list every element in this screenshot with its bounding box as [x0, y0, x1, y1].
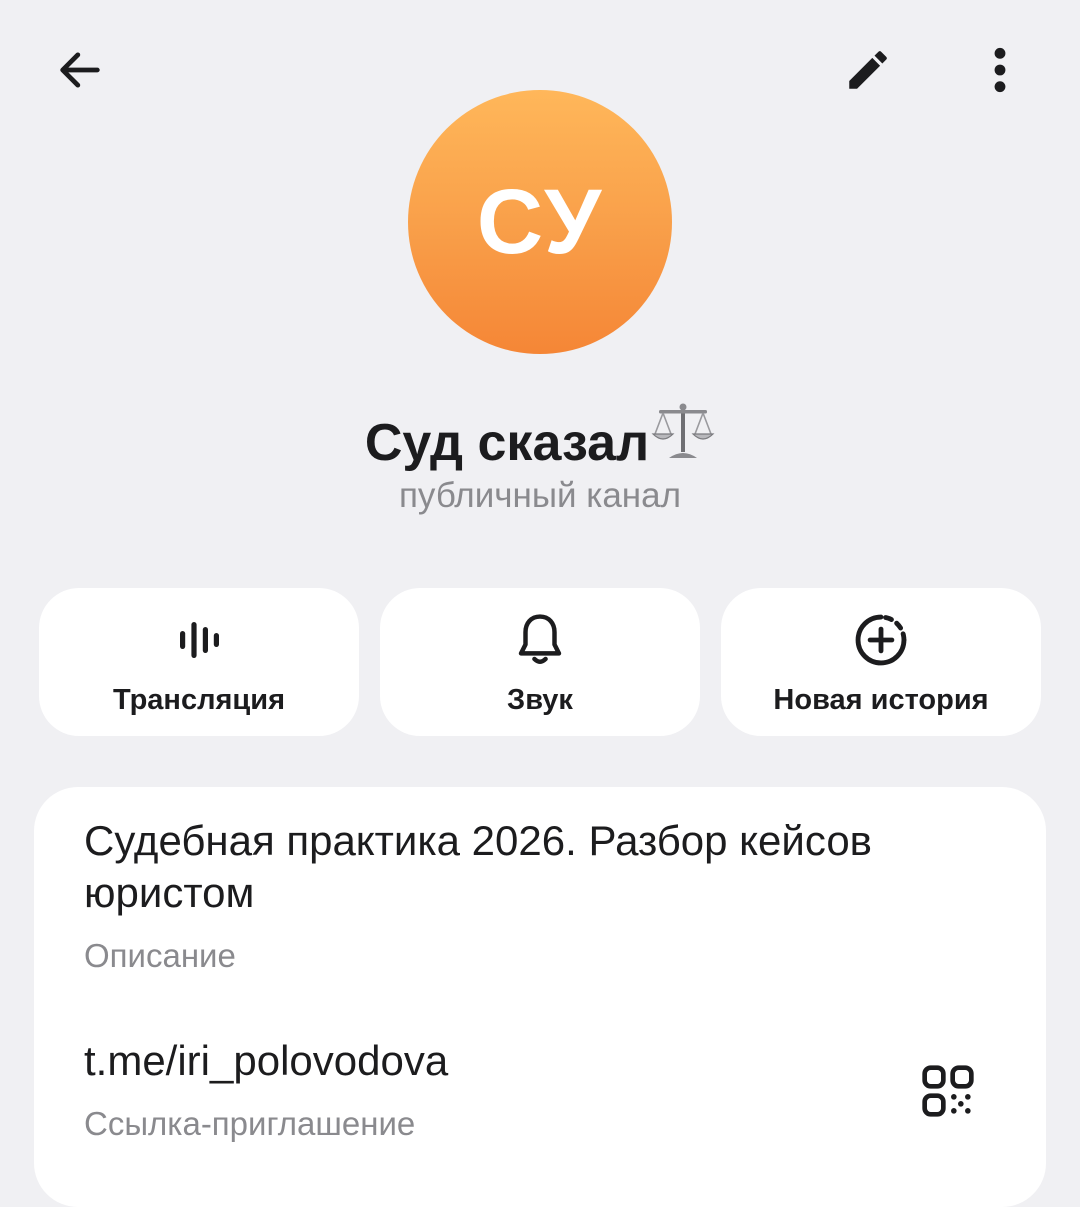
- new-story-button[interactable]: Новая история: [721, 588, 1041, 736]
- live-stream-icon: [169, 610, 229, 670]
- channel-avatar[interactable]: СУ: [408, 90, 672, 354]
- channel-description: Судебная практика 2026. Разбор кейсов юр…: [84, 817, 872, 916]
- arrow-left-icon: [60, 52, 100, 88]
- pencil-icon: [849, 51, 887, 89]
- broadcast-label: Трансляция: [112, 684, 286, 716]
- channel-title: Суд сказал: [0, 400, 1080, 477]
- balance-scale-icon: [651, 400, 715, 477]
- more-options-button[interactable]: [964, 34, 1036, 106]
- qr-code-icon: [922, 1065, 974, 1117]
- qr-code-button[interactable]: [910, 1053, 986, 1129]
- channel-name: Суд сказал: [364, 414, 650, 472]
- description-label: Описание: [84, 937, 236, 974]
- invite-link-label: Ссылка-приглашение: [84, 1105, 416, 1142]
- avatar-initials: СУ: [476, 170, 604, 273]
- sound-button[interactable]: Звук: [380, 588, 700, 736]
- channel-type: публичный канал: [398, 476, 682, 515]
- back-button[interactable]: [44, 34, 116, 106]
- sound-label: Звук: [507, 684, 573, 716]
- channel-info-card: Судебная практика 2026. Разбор кейсов юр…: [34, 787, 1046, 1207]
- bell-icon: [510, 610, 570, 670]
- invite-link[interactable]: t.me/iri_polovodova: [84, 1037, 448, 1085]
- new-story-label: Новая история: [773, 684, 989, 716]
- broadcast-button[interactable]: Трансляция: [39, 588, 359, 736]
- edit-button[interactable]: [832, 34, 904, 106]
- add-story-icon: [851, 610, 911, 670]
- more-vertical-icon: [994, 47, 1006, 93]
